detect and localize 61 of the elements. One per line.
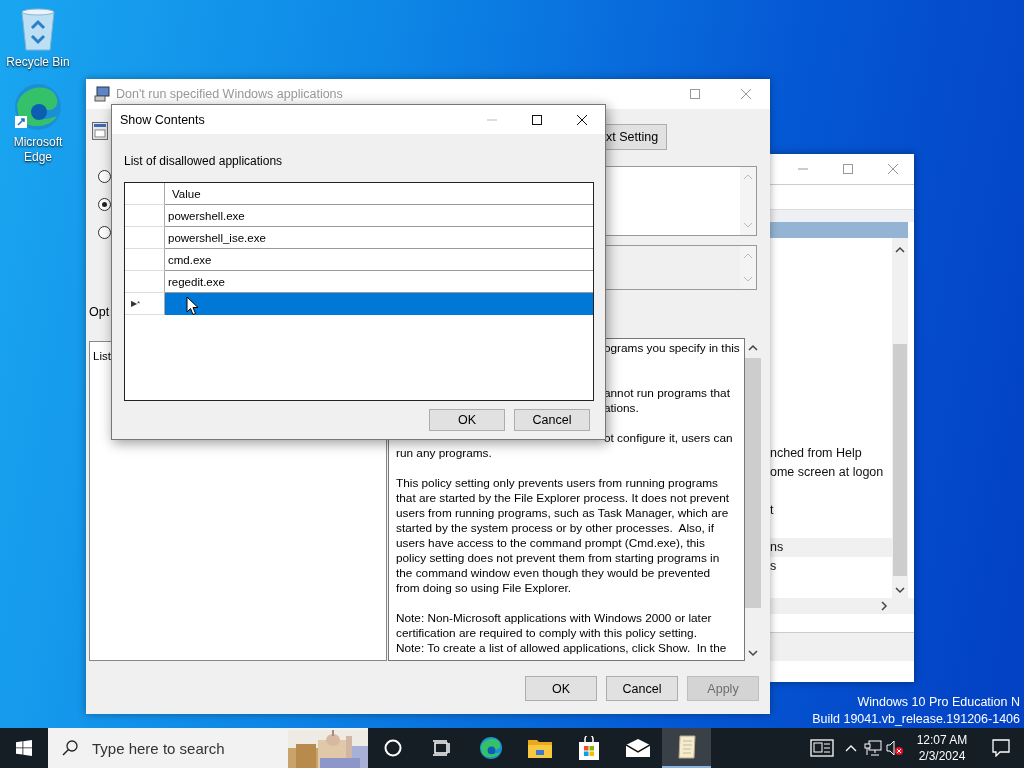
policy-icon — [92, 122, 108, 140]
search-bar[interactable]: Type here to search — [48, 728, 368, 768]
edge-icon[interactable] — [13, 82, 63, 132]
column-header[interactable]: Value — [165, 183, 593, 205]
dialog-button[interactable]: Cancel — [514, 409, 590, 431]
list-item[interactable]: ns — [770, 538, 892, 557]
list-item[interactable]: s — [770, 557, 892, 576]
folder-icon — [527, 738, 552, 758]
scroll-down-icon[interactable] — [895, 586, 905, 594]
scroll-right-icon[interactable] — [880, 601, 888, 611]
scroll-document-icon — [676, 735, 697, 759]
cursor-icon — [186, 296, 199, 316]
options-text: List — [93, 349, 111, 362]
maximize-icon[interactable] — [531, 113, 543, 126]
options-label: Opt — [89, 304, 110, 319]
scroll-down-icon[interactable] — [748, 649, 758, 657]
next-setting-button[interactable]: xt Setting — [604, 124, 667, 150]
row-header — [125, 183, 165, 205]
computer-icon — [94, 86, 110, 102]
edge-icon — [478, 736, 503, 760]
row-marker: ▶* — [131, 299, 141, 308]
list-item[interactable]: ome screen at logon — [770, 463, 892, 482]
network-icon — [864, 740, 882, 756]
edition-text: Windows 10 Pro Education N — [857, 694, 1020, 711]
table-cell[interactable]: powershell_ise.exe — [165, 227, 593, 249]
recycle-bin-icon[interactable] — [18, 6, 58, 52]
list-item[interactable]: nched from Help — [770, 444, 892, 463]
radio-button[interactable] — [98, 169, 111, 183]
close-icon[interactable] — [576, 113, 588, 126]
task-view-icon — [432, 740, 451, 756]
table-cell[interactable]: powershell.exe — [165, 205, 593, 227]
table-cell[interactable] — [165, 293, 593, 315]
dialog-button[interactable]: OK — [525, 676, 597, 701]
scroll-up-icon[interactable] — [748, 344, 758, 352]
help-text: ograms you specify in this — [603, 341, 741, 357]
edition-text: Build 19041.vb_release.191206-1406 — [812, 711, 1020, 728]
clock[interactable]: 12:07 AM 2/3/2024 — [906, 728, 978, 768]
help-text: This policy setting only prevents users from running programs that are started by the File Explorer process. It does not prevent users from running programs, such as Task Manager, which are started by the system process or by other processes. Also, if users have access to the command prompt (Cmd.exe), this policy setting does not prevent them from starting programs in the command window even though they would be prevented from doing so using File Explorer. — [396, 476, 731, 596]
news-icon — [810, 739, 834, 757]
scroll-up-icon[interactable] — [895, 246, 905, 254]
help-text: Note: Non-Microsoft applications with Windows 2000 or later certification are required to comply with this policy setting. Note: To create a list of allowed applications, click Show. In the — [396, 611, 728, 656]
envelope-icon — [625, 739, 650, 757]
circle-icon — [383, 739, 402, 757]
dialog-button[interactable]: OK — [429, 409, 505, 431]
radio-button[interactable] — [98, 197, 111, 211]
windows-logo-icon — [16, 740, 32, 756]
dialog-title: Show Contents — [120, 112, 205, 127]
scrollbar[interactable] — [892, 238, 908, 598]
list-item[interactable]: t — [770, 501, 892, 520]
table-cell[interactable]: cmd.exe — [165, 249, 593, 271]
search-icon — [62, 740, 78, 756]
radio-button[interactable] — [98, 225, 111, 239]
shopping-bag-icon — [577, 736, 600, 760]
dialog-button[interactable]: Cancel — [606, 676, 678, 701]
list-label: List of disallowed applications — [124, 154, 283, 168]
muted-speaker-icon — [886, 740, 904, 756]
chevron-up-icon — [845, 744, 857, 752]
taskbar-app-button[interactable] — [662, 728, 711, 768]
window-title: Don't run specified Windows applications — [116, 87, 343, 101]
search-input[interactable]: Type here to search — [90, 738, 276, 758]
speech-bubble-icon — [992, 739, 1010, 757]
